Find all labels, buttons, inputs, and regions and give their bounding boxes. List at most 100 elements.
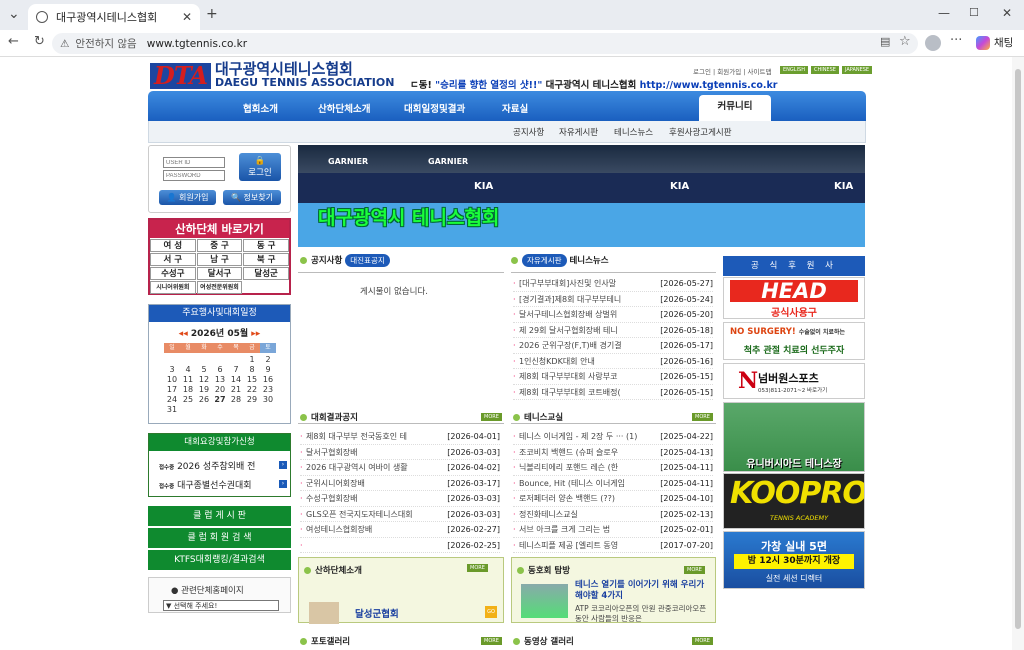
club-visit-image[interactable]: [521, 584, 568, 618]
calendar-day[interactable]: 31: [164, 405, 180, 415]
more-icon[interactable]: ···: [950, 33, 962, 48]
calendar-day[interactable]: 25: [180, 395, 196, 405]
calendar-day[interactable]: 6: [212, 365, 228, 375]
list-item[interactable]: 달서구협회장배 [2026-03-03]: [300, 445, 500, 460]
quick-women[interactable]: 여 성: [150, 239, 196, 252]
login-button[interactable]: 🔒 로그인: [239, 153, 281, 181]
video-more-button[interactable]: MORE: [692, 637, 713, 645]
calendar-day[interactable]: 9: [260, 365, 276, 375]
quick-jung[interactable]: 중 구: [196, 239, 243, 252]
list-item[interactable]: 달서구테니스협회장배 상벌위 [2026-05-20]: [513, 307, 713, 323]
user-id-input[interactable]: [163, 157, 225, 168]
calendar-day[interactable]: 10: [164, 375, 180, 385]
list-item[interactable]: 제8회 대구부부대회 사랑부코 [2026-05-15]: [513, 369, 713, 385]
nav-community[interactable]: 커뮤니티: [699, 95, 771, 121]
ranking-search-button[interactable]: KTFS대회랭킹/결과검색: [148, 550, 291, 570]
list-item[interactable]: 2026 군위구장(F,T)배 경기결 [2026-05-17]: [513, 338, 713, 354]
quick-nam[interactable]: 남 구: [196, 253, 243, 266]
list-item[interactable]: 제8회 대구부부 전국동호인 테 [2026-04-01]: [300, 429, 500, 445]
list-item[interactable]: 조코비치 백핸드 (슈퍼 슬로우 [2025-04-13]: [513, 445, 713, 460]
profile-avatar[interactable]: [925, 35, 941, 51]
favorite-icon[interactable]: ☆: [899, 34, 911, 49]
club-visit-more-button[interactable]: MORE: [684, 566, 705, 574]
close-tab-icon[interactable]: ✕: [182, 10, 192, 24]
quick-dong[interactable]: 동 구: [243, 239, 289, 252]
calendar-day[interactable]: 3: [164, 365, 180, 375]
calendar-day[interactable]: 1: [244, 355, 260, 365]
video-title[interactable]: 동영상 갤러리: [524, 637, 574, 647]
number-one-sports-ad[interactable]: N 넘버원스포츠 053)811-2071~2 바로가기: [723, 363, 865, 399]
join-button[interactable]: 👤 회원가입: [159, 190, 216, 205]
quick-dalseo[interactable]: 달서구: [196, 267, 243, 280]
browser-tab[interactable]: 대구광역시테니스협회 ✕: [28, 4, 200, 30]
quick-buk[interactable]: 북 구: [243, 253, 289, 266]
back-icon[interactable]: ←: [8, 34, 19, 49]
calendar-day[interactable]: 16: [260, 375, 276, 385]
photo-title[interactable]: 포토갤러리: [311, 637, 350, 647]
calendar-day[interactable]: 28: [228, 395, 244, 405]
classroom-more-button[interactable]: MORE: [692, 413, 713, 421]
photo-more-button[interactable]: MORE: [481, 637, 502, 645]
calendar-day[interactable]: 5: [196, 365, 212, 375]
join-link[interactable]: 회원가입: [717, 68, 741, 76]
list-item[interactable]: [2026-02-25]: [300, 538, 500, 553]
free-board-tab[interactable]: 자유게시판: [522, 254, 567, 267]
results-title[interactable]: 대회결과공지: [311, 413, 358, 423]
minimize-icon[interactable]: —: [938, 6, 950, 20]
head-sponsor-ad[interactable]: HEAD 공식사용구: [723, 277, 865, 319]
club-member-search-button[interactable]: 클 럽 회 원 검 색: [148, 528, 291, 548]
apply-item[interactable]: 접수중 2026 성주참외배 전 ›: [159, 459, 287, 472]
koopro-ad[interactable]: KOOPRO TENNIS ACADEMY: [723, 473, 865, 529]
lang-english[interactable]: ENGLISH: [780, 66, 808, 74]
reader-icon[interactable]: ▤: [880, 35, 890, 48]
club-board-button[interactable]: 클 럽 게 시 판: [148, 506, 291, 526]
sub-notice[interactable]: 공지사항: [513, 126, 544, 138]
notice-title[interactable]: 공지사항: [311, 256, 342, 266]
calendar-day[interactable]: 29: [244, 395, 260, 405]
find-info-button[interactable]: 🔍 정보찾기: [223, 190, 281, 205]
list-item[interactable]: 제 29회 달서구협회장배 테니 [2026-05-18]: [513, 323, 713, 338]
list-item[interactable]: 정진화테니스교실 [2025-02-13]: [513, 507, 713, 522]
lang-japanese[interactable]: JAPANESE: [841, 66, 873, 74]
calendar-day[interactable]: 4: [180, 365, 196, 375]
list-item[interactable]: 테니스 이너게임 - 제 2장 두 ··· (1) [2025-04-22]: [513, 429, 713, 445]
calendar-day[interactable]: 21: [228, 385, 244, 395]
club-go-button[interactable]: GO: [485, 606, 497, 618]
calendar-day[interactable]: 11: [180, 375, 196, 385]
calendar-day[interactable]: 24: [164, 395, 180, 405]
calendar-day[interactable]: 7: [228, 365, 244, 375]
quick-suseong[interactable]: 수성구: [150, 267, 196, 280]
sitemap-link[interactable]: 사이트맵: [748, 68, 772, 76]
universiade-ad[interactable]: 유니버시아드 테니스장: [723, 402, 865, 472]
list-item[interactable]: Bounce, Hit (테니스 이너게임 [2025-04-11]: [513, 476, 713, 491]
new-tab-icon[interactable]: +: [206, 6, 218, 22]
list-item[interactable]: 수성구협회장배 [2026-03-03]: [300, 491, 500, 507]
list-item[interactable]: [대구부부대회]사진및 인사말 [2026-05-27]: [513, 276, 713, 292]
calendar-day[interactable]: 19: [196, 385, 212, 395]
list-item[interactable]: 1인신청KDK대회 안내 [2026-05-16]: [513, 354, 713, 369]
close-window-icon[interactable]: ✕: [1002, 6, 1012, 20]
scroll-thumb[interactable]: [1015, 69, 1021, 629]
address-bar[interactable]: ⚠ 안전하지 않음 www.tgtennis.co.kr: [52, 33, 918, 54]
calendar-day[interactable]: 18: [180, 385, 196, 395]
next-month-icon[interactable]: ▸▸: [251, 329, 260, 339]
calendar-day[interactable]: 30: [260, 395, 276, 405]
related-select[interactable]: ▼ 선택해 주세요!: [163, 600, 279, 611]
sub-sponsor-board[interactable]: 후원사광고게시판: [669, 126, 732, 138]
results-more-button[interactable]: MORE: [481, 413, 502, 421]
refresh-icon[interactable]: ↻: [34, 34, 45, 49]
nav-archive[interactable]: 자료실: [502, 101, 528, 115]
calendar-day[interactable]: 23: [260, 385, 276, 395]
club-name[interactable]: 달성군협회: [355, 606, 399, 620]
sub-free-board[interactable]: 자유게시판: [559, 126, 598, 138]
no-surgery-ad[interactable]: NO SURGERY! 수술없이 치료하는 척추 관절 치료의 선두주자: [723, 322, 865, 360]
list-item[interactable]: [경기결과]제8회 대구부부테니 [2026-05-24]: [513, 292, 713, 307]
classroom-title[interactable]: 테니스교실: [524, 413, 563, 423]
news-tab[interactable]: 테니스뉴스: [569, 256, 608, 266]
warning-icon[interactable]: ⚠: [60, 38, 69, 50]
calendar-day[interactable]: 26: [196, 395, 212, 405]
maximize-icon[interactable]: ☐: [969, 6, 979, 19]
quick-senior[interactable]: 시니어위원회: [150, 281, 196, 294]
indoor-court-ad[interactable]: 가창 실내 5면 밤 12시 30분까지 개장 실전 세션 디렉터: [723, 531, 865, 589]
calendar-day[interactable]: 17: [164, 385, 180, 395]
